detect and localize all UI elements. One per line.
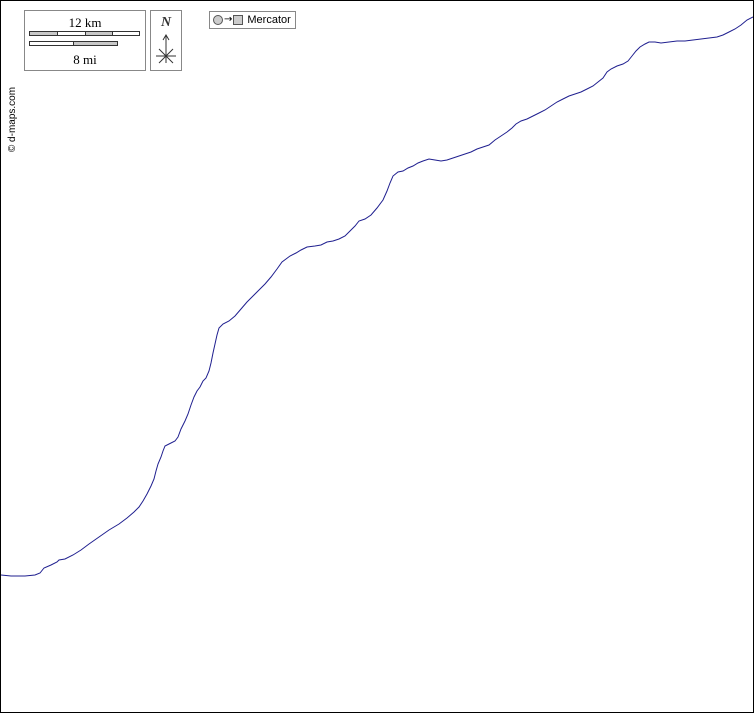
- arrow-right-icon: →: [224, 14, 233, 25]
- scale-mi-label: 8 mi: [73, 52, 97, 67]
- km-segment-2: [57, 31, 86, 36]
- km-segment-1: [29, 31, 58, 36]
- scale-bar-panel: 12 km 8 mi: [24, 10, 146, 71]
- globe-circle-icon: [213, 15, 223, 25]
- copyright-credit: © d-maps.com: [4, 81, 22, 157]
- map-square-icon: [233, 15, 244, 25]
- coastline: [1, 16, 753, 577]
- north-label: N: [160, 15, 172, 30]
- compass-icon: [156, 34, 176, 64]
- km-segment-4: [112, 31, 140, 36]
- projection-legend: → Mercator: [209, 11, 296, 29]
- km-segment-3: [85, 31, 113, 36]
- mi-segment-1: [29, 41, 74, 46]
- scale-bar-graphic: [29, 31, 140, 46]
- north-arrow-panel: N: [150, 10, 182, 71]
- credit-text: © d-maps.com: [7, 86, 19, 152]
- map-frame: © d-maps.com 12 km 8 mi N → Mercator: [0, 0, 754, 713]
- scale-km-label: 12 km: [68, 15, 102, 30]
- mi-segment-2: [73, 41, 118, 46]
- coastline-path: [1, 16, 753, 577]
- projection-label: Mercator: [247, 14, 291, 26]
